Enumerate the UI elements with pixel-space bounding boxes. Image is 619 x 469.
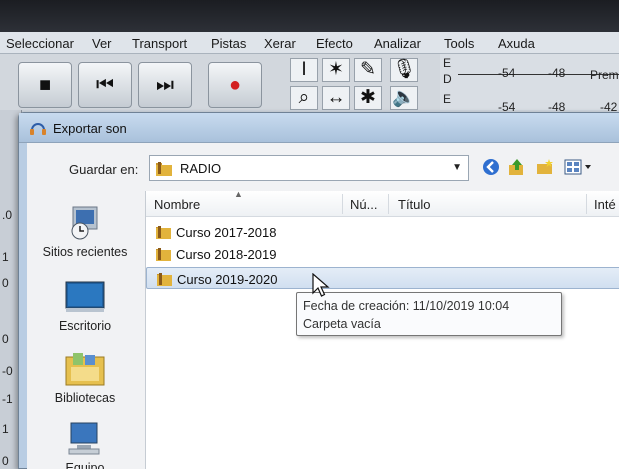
skip-start-button[interactable]: ⏮ [78,62,132,108]
save-in-value: RADIO [180,161,222,176]
folder-icon [156,248,171,261]
menu-tools[interactable]: Tools [444,36,474,51]
tools-toolbar: I ✶ ✎ 🎙 ⌕ ↔ ✱ 🔈 [286,54,418,110]
new-folder-icon [537,159,553,174]
ruler-label: 1 [2,250,9,264]
tooltip-created-date: Fecha de creación: 11/10/2019 10:04 [303,299,510,313]
computer-icon [68,422,100,455]
screen: Seleccionar Ver Transport Pistas Xerar E… [0,0,619,469]
speaker-icon[interactable]: 🔈 [390,86,418,110]
tooltip-folder-status: Carpeta vacía [303,317,381,331]
column-integrated[interactable]: Inté [594,197,616,212]
meter-tick: -54 [498,66,516,80]
dialog-title-bar[interactable]: Exportar son [19,113,619,143]
menu-transport[interactable]: Transport [132,36,187,51]
view-grid-icon [564,159,591,175]
back-arrow-icon [483,159,499,175]
folder-icon [156,226,171,239]
folder-row[interactable]: Curso 2017-2018 [146,221,619,243]
new-folder-button[interactable] [533,155,557,179]
folder-name: Curso 2017-2018 [176,225,277,240]
ruler-label: 0 [2,332,9,346]
place-computer[interactable]: Equipo [27,421,143,469]
place-label: Equipo [65,461,105,469]
column-name[interactable]: Nombre [154,197,200,212]
save-in-dropdown[interactable]: RADIO ▼ [149,155,469,181]
mouse-pointer-icon [312,273,330,297]
ruler-label: .0 [2,208,13,222]
skip-end-icon: ⏭ [156,74,174,96]
column-title[interactable]: Título [398,197,431,212]
column-divider[interactable] [342,194,343,214]
skip-end-button[interactable]: ⏭ [138,62,192,108]
view-menu-button[interactable] [561,155,597,179]
column-number[interactable]: Nú... [350,197,377,212]
save-in-label: Guardar en: [69,162,139,177]
column-header-row: ▲ Nombre Nú... Título Inté [146,189,619,217]
back-button[interactable] [479,155,503,179]
selection-tool-icon[interactable]: I [290,58,318,82]
libraries-icon [65,353,105,386]
desktop-icon [65,281,105,312]
folder-icon [157,273,172,286]
stop-icon: ■ [38,74,52,96]
place-label: Bibliotecas [54,391,116,405]
folder-name: Curso 2018-2019 [176,247,277,262]
zoom-tool-icon[interactable]: ⌕ [290,86,318,110]
chevron-down-icon: ▼ [452,162,462,173]
ruler-label: 0 [2,276,9,290]
meter-channel-label: E [443,56,452,70]
menu-xerar[interactable]: Xerar [264,36,296,51]
skip-start-icon: ⏮ [96,74,114,96]
level-meter: E D E -54 -48 Prem -54 -48 -42 [440,54,619,114]
headphones-icon [30,123,46,135]
column-divider[interactable] [586,194,587,214]
menu-ver[interactable]: Ver [92,36,112,51]
record-button[interactable]: ● [208,62,262,108]
draw-tool-icon[interactable]: ✎ [354,58,382,82]
meter-channel-label: E [443,92,452,106]
record-icon: ● [228,74,242,96]
sort-ascending-icon: ▲ [234,189,243,199]
place-recent[interactable]: Sitios recientes [27,205,143,275]
meter-channel-label: D [443,72,452,86]
place-libraries[interactable]: Bibliotecas [27,351,143,421]
microphone-icon[interactable]: 🎙 [390,58,418,82]
place-desktop[interactable]: Escritorio [27,279,143,349]
folder-tooltip: Fecha de creación: 11/10/2019 10:04 Carp… [296,292,562,336]
menu-analizar[interactable]: Analizar [374,36,421,51]
envelope-tool-icon[interactable]: ✶ [322,58,350,82]
menu-efecto[interactable]: Efecto [316,36,353,51]
column-divider[interactable] [388,194,389,214]
recent-places-icon [71,206,98,240]
folder-row-selected[interactable]: Curso 2019-2020 [146,267,619,289]
meter-monitor-label[interactable]: Prem [590,68,619,82]
ruler-label: -1 [2,392,13,406]
monitor-bezel [0,0,619,32]
place-label: Sitios recientes [42,245,128,259]
ruler-label: 1 [2,422,9,436]
folder-icon [156,162,172,176]
place-label: Escritorio [58,319,112,333]
timeshift-tool-icon[interactable]: ↔ [322,86,350,110]
menu-axuda[interactable]: Axuda [498,36,535,51]
up-folder-button[interactable] [505,155,529,179]
folder-name: Curso 2019-2020 [177,272,278,287]
ruler-label: -0 [2,364,13,378]
menu-seleccionar[interactable]: Seleccionar [6,36,74,51]
menu-bar: Seleccionar Ver Transport Pistas Xerar E… [0,32,619,54]
ruler-label: 0 [2,454,9,468]
meter-tick: -48 [548,66,566,80]
up-folder-icon [509,159,523,175]
places-bar: Sitios recientes Escritorio Bibliotecas … [27,191,143,469]
multi-tool-icon[interactable]: ✱ [354,86,382,110]
stop-button[interactable]: ■ [18,62,72,108]
folder-row[interactable]: Curso 2018-2019 [146,243,619,265]
dialog-title: Exportar son [53,121,127,136]
menu-pistas[interactable]: Pistas [211,36,246,51]
